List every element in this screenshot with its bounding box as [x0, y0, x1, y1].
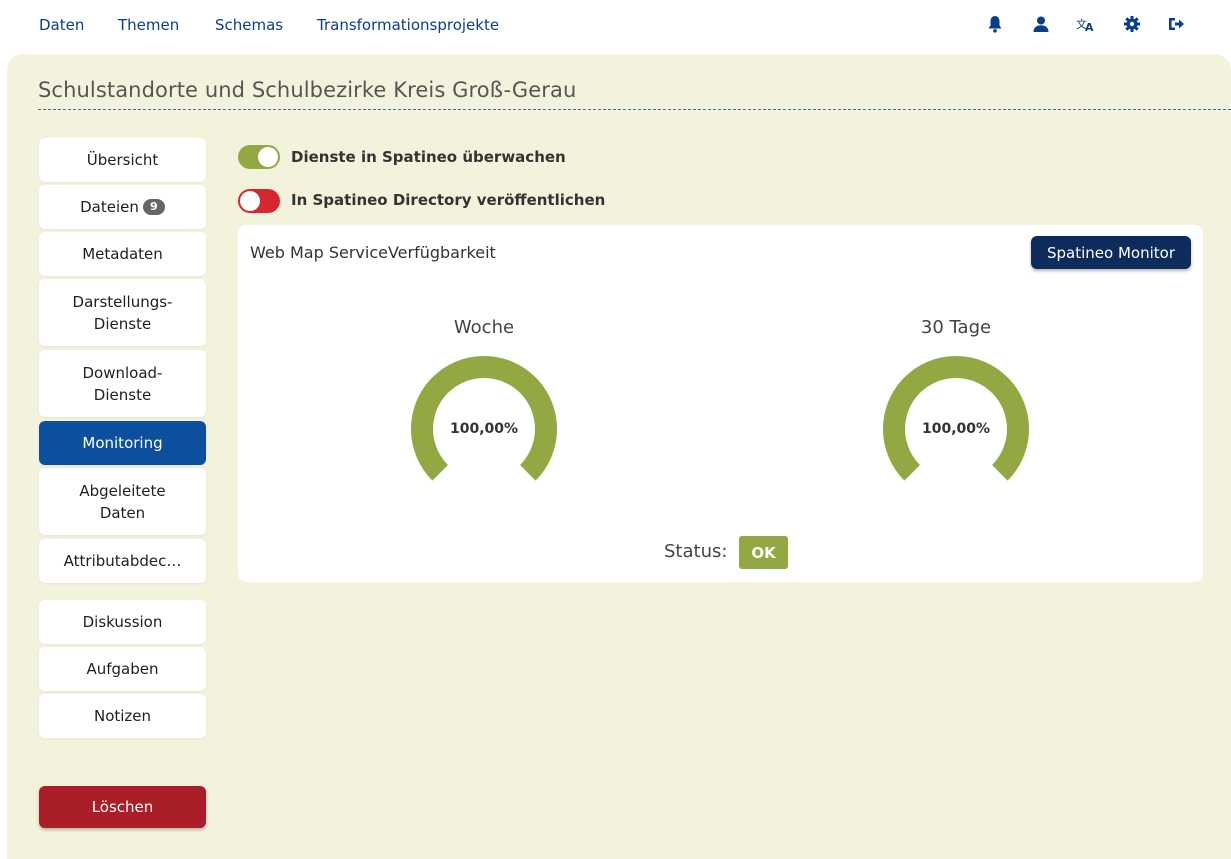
- sidebar-item-uebersicht[interactable]: Übersicht: [39, 138, 206, 182]
- bell-icon[interactable]: [985, 14, 1005, 34]
- delete-button[interactable]: Löschen: [39, 786, 206, 828]
- toggle-knob: [258, 147, 278, 167]
- sidebar-item-label: Abgeleitete Daten: [79, 481, 166, 522]
- sidebar-item-label: Darstellungs-Dienste: [72, 292, 173, 333]
- top-navigation: Daten Themen Schemas Transformationsproj…: [0, 0, 1231, 52]
- sidebar-item-darstellungsdienste[interactable]: Darstellungs-Dienste: [39, 279, 206, 346]
- sidebar-item-label: Attributabdec…: [63, 552, 182, 570]
- sidebar-item-label: Übersicht: [86, 151, 159, 169]
- publish-directory-toggle[interactable]: [238, 189, 280, 213]
- nav-link-schemas[interactable]: Schemas: [215, 16, 283, 34]
- status-label: Status:: [664, 541, 728, 562]
- nav-link-daten[interactable]: Daten: [39, 16, 84, 34]
- sidebar-item-notizen[interactable]: Notizen: [39, 694, 206, 738]
- sidebar-item-label: Metadaten: [82, 245, 163, 263]
- monitor-services-toggle[interactable]: [238, 145, 280, 169]
- sidebar-item-label: Dateien: [80, 198, 139, 216]
- gauge-30-days-arc: [883, 356, 1029, 481]
- gauge-value-30-days: 100,00%: [921, 421, 991, 437]
- sidebar-item-attributabdeckung[interactable]: Attributabdec…: [39, 539, 206, 583]
- user-icon[interactable]: [1031, 14, 1051, 34]
- status-badge: OK: [739, 536, 788, 569]
- translate-icon[interactable]: 文A: [1076, 14, 1096, 34]
- nav-link-transformationsprojekte[interactable]: Transformationsprojekte: [317, 16, 499, 34]
- nav-link-themen[interactable]: Themen: [118, 16, 179, 34]
- monitor-services-label: Dienste in Spatineo überwachen: [291, 148, 566, 166]
- sidebar-item-metadaten[interactable]: Metadaten: [39, 232, 206, 276]
- spatineo-monitor-button[interactable]: Spatineo Monitor: [1031, 236, 1191, 269]
- sidebar-item-abgeleitete-daten[interactable]: Abgeleitete Daten: [39, 468, 206, 535]
- sidebar-item-label: Notizen: [93, 707, 152, 725]
- sidebar-item-monitoring[interactable]: Monitoring: [39, 421, 206, 465]
- title-divider: [38, 109, 1231, 110]
- sidebar-item-label: Download-Dienste: [82, 363, 163, 404]
- publish-directory-label: In Spatineo Directory veröffentlichen: [291, 191, 606, 209]
- sidebar-item-diskussion[interactable]: Diskussion: [39, 600, 206, 644]
- sidebar-item-label: Diskussion: [82, 613, 163, 631]
- toggle-knob: [240, 191, 260, 211]
- svg-text:A: A: [1085, 21, 1094, 34]
- sidebar-item-label: Monitoring: [82, 434, 163, 452]
- sidebar-item-aufgaben[interactable]: Aufgaben: [39, 647, 206, 691]
- gauge-value-week: 100,00%: [449, 421, 519, 437]
- page-title: Schulstandorte und Schulbezirke Kreis Gr…: [38, 78, 577, 102]
- sidebar-item-downloaddienste[interactable]: Download-Dienste: [39, 350, 206, 417]
- gear-icon[interactable]: [1122, 14, 1142, 34]
- availability-card: Web Map ServiceVerfügbarkeit Spatineo Mo…: [238, 225, 1203, 582]
- files-count-badge: 9: [142, 199, 165, 215]
- logout-icon[interactable]: [1166, 14, 1186, 34]
- sidebar-item-dateien[interactable]: Dateien 9: [39, 185, 206, 229]
- gauge-week-arc: [411, 356, 557, 481]
- sidebar-item-label: Aufgaben: [86, 660, 159, 678]
- card-title: Web Map ServiceVerfügbarkeit: [250, 243, 496, 262]
